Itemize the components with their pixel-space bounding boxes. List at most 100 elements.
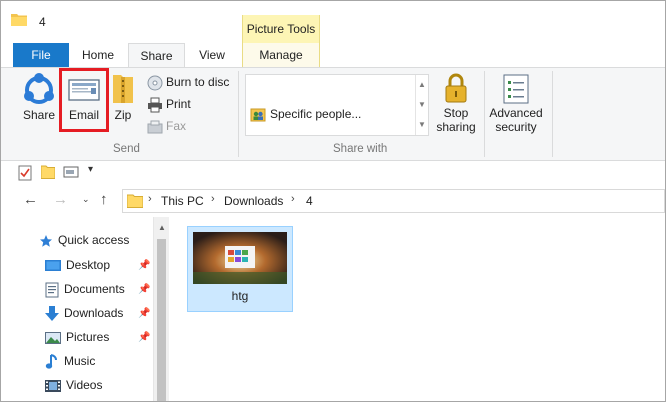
breadcrumb-this-pc[interactable]: This PC	[161, 194, 204, 208]
share-with-scroll[interactable]: ▲ ▼ ▼	[415, 75, 428, 135]
sidebar-item-documents[interactable]: Documents	[45, 278, 125, 300]
pin-icon[interactable]: 📌	[138, 308, 150, 319]
lock-icon	[445, 73, 467, 103]
star-icon	[40, 234, 52, 247]
group-separator	[552, 71, 553, 157]
group-separator	[238, 71, 239, 157]
fax-icon	[147, 120, 163, 134]
breadcrumb-current[interactable]: 4	[306, 194, 313, 208]
tab-view[interactable]: View	[185, 43, 239, 67]
stop-sharing-button[interactable]: Stop sharing	[433, 72, 479, 134]
scrollbar-thumb[interactable]	[157, 239, 166, 401]
print-label: Print	[166, 97, 191, 111]
share-button[interactable]: Share	[21, 72, 57, 122]
advanced-security-button[interactable]: Advanced security	[488, 72, 544, 134]
tab-home[interactable]: Home	[69, 43, 127, 67]
specific-people-item[interactable]: Specific people...	[250, 107, 361, 123]
sidebar-item-downloads[interactable]: Downloads	[45, 302, 123, 324]
properties-icon[interactable]	[18, 165, 32, 181]
zip-label: Zip	[114, 108, 132, 122]
rename-icon[interactable]	[63, 165, 79, 179]
ribbon-tabs: File Home Share View Manage	[1, 43, 665, 68]
music-note-icon	[45, 353, 57, 369]
advanced-security-line2: security	[495, 120, 537, 134]
title-bar: 4 Picture Tools	[1, 1, 665, 43]
share-icon	[24, 73, 54, 104]
sidebar-item-videos[interactable]: Videos	[45, 374, 102, 396]
back-arrow-icon[interactable]: ←	[23, 191, 38, 208]
sidebar-item-label: Downloads	[64, 306, 124, 320]
file-list: htg	[169, 217, 665, 401]
sidebar-item-label: Videos	[66, 378, 103, 392]
sidebar-item-quick-access[interactable]: Quick access	[39, 229, 129, 251]
breadcrumb-chevron-icon[interactable]: ›	[148, 193, 152, 205]
email-icon	[68, 79, 100, 101]
fax-button[interactable]: Fax	[147, 116, 186, 136]
sidebar-item-label: Pictures	[66, 330, 110, 344]
share-label: Share	[22, 108, 56, 122]
ribbon-share: Share Email Zip Burn to disc Print Fax S…	[1, 67, 665, 161]
email-button[interactable]: Email	[62, 72, 106, 122]
breadcrumb-chevron-icon[interactable]: ›	[211, 193, 215, 205]
disc-icon	[147, 75, 163, 91]
breadcrumb-downloads[interactable]: Downloads	[224, 194, 283, 208]
people-icon	[250, 108, 266, 122]
stop-sharing-line1: Stop	[443, 106, 469, 120]
tab-share[interactable]: Share	[128, 43, 185, 68]
burn-to-disc-label: Burn to disc	[166, 75, 230, 89]
navigation-bar: ← → ⌄ ↑ › This PC › Downloads › 4	[1, 185, 665, 217]
download-arrow-icon	[45, 305, 59, 321]
new-folder-icon[interactable]	[41, 165, 55, 179]
pin-icon[interactable]: 📌	[138, 284, 150, 295]
folder-icon	[127, 194, 143, 208]
pictures-icon	[45, 331, 61, 344]
print-button[interactable]: Print	[147, 94, 191, 114]
quick-access-toolbar: ▾	[1, 161, 665, 185]
group-separator	[484, 71, 485, 157]
file-item[interactable]: htg	[187, 226, 293, 312]
sidebar-item-pictures[interactable]: Pictures	[45, 326, 109, 348]
sidebar-item-label: Documents	[64, 282, 125, 296]
sidebar-item-music[interactable]: Music	[45, 350, 95, 372]
file-name: htg	[231, 289, 249, 303]
stop-sharing-line2: sharing	[436, 120, 476, 134]
advanced-security-line1: Advanced	[489, 106, 543, 120]
scroll-up-icon[interactable]: ▲	[418, 81, 426, 89]
forward-arrow-icon[interactable]: →	[53, 191, 68, 208]
expand-gallery-icon[interactable]: ▼	[418, 121, 426, 129]
address-bar[interactable]: › This PC › Downloads › 4	[122, 189, 665, 213]
scroll-up-icon[interactable]: ▲	[158, 223, 166, 232]
folder-icon	[11, 14, 27, 26]
tab-file[interactable]: File	[13, 43, 69, 67]
recent-locations-icon[interactable]: ⌄	[82, 194, 90, 205]
nav-pane-scrollbar[interactable]: ▲	[153, 217, 169, 401]
printer-icon	[148, 97, 162, 113]
film-icon	[45, 379, 61, 392]
image-thumbnail	[193, 232, 287, 284]
explorer-window: 4 Picture Tools File Home Share View Man…	[0, 0, 666, 402]
document-icon	[45, 282, 59, 298]
fax-label: Fax	[166, 119, 187, 133]
up-arrow-icon[interactable]: ↑	[100, 191, 108, 208]
customize-qat-dropdown-icon[interactable]: ▾	[88, 164, 93, 175]
pin-icon[interactable]: 📌	[138, 332, 150, 343]
send-group-label: Send	[113, 143, 140, 155]
burn-to-disc-button[interactable]: Burn to disc	[147, 72, 229, 92]
sidebar-item-label: Quick access	[58, 233, 130, 247]
scroll-down-icon[interactable]: ▼	[418, 101, 426, 109]
zip-icon	[113, 75, 133, 103]
share-with-gallery[interactable]: Specific people... ▲ ▼ ▼	[245, 74, 429, 136]
window-title: 4	[39, 15, 46, 29]
share-with-group-label: Share with	[333, 143, 388, 155]
sidebar-item-label: Desktop	[66, 258, 111, 272]
tab-manage[interactable]: Manage	[242, 43, 320, 67]
sidebar-item-desktop[interactable]: Desktop	[45, 254, 110, 276]
pin-icon[interactable]: 📌	[138, 260, 150, 271]
zip-button[interactable]: Zip	[111, 72, 135, 122]
desktop-icon	[45, 259, 61, 271]
sidebar-item-label: Music	[64, 354, 96, 368]
navigation-pane: Quick access Desktop 📌 Documents 📌 Downl…	[1, 217, 169, 401]
breadcrumb-chevron-icon[interactable]: ›	[291, 193, 295, 205]
picture-tools-label: Picture Tools	[242, 15, 320, 43]
email-label: Email	[68, 108, 99, 122]
